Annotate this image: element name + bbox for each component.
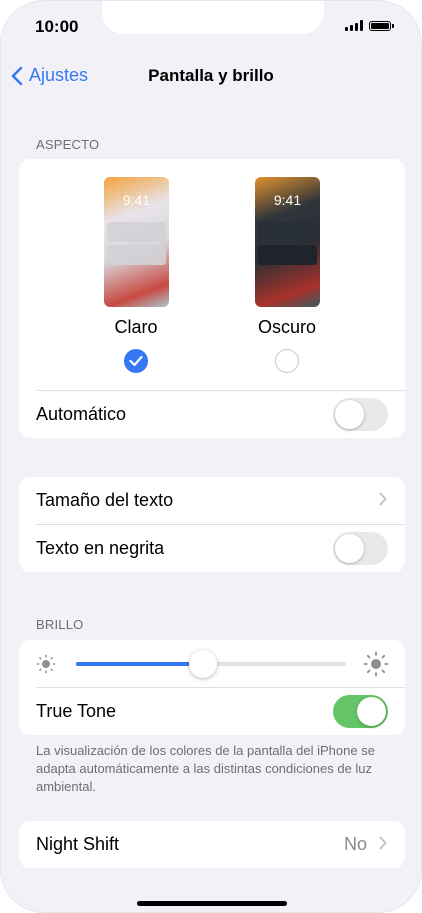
battery-icon — [369, 20, 394, 31]
bold-text-toggle[interactable] — [333, 532, 388, 565]
dark-preview-card — [258, 222, 317, 242]
light-preview-card — [107, 222, 166, 242]
true-tone-footer: La visualización de los colores de la pa… — [36, 743, 375, 794]
appearance-group: 9:41 9:41 Claro Oscuro Automático — [19, 159, 405, 438]
brightness-slider-row — [19, 640, 405, 687]
night-shift-group: Night Shift No — [19, 821, 405, 868]
night-shift-value: No — [343, 834, 367, 854]
true-tone-toggle[interactable] — [333, 695, 388, 728]
night-shift-row[interactable]: Night Shift No — [19, 821, 405, 868]
automatic-label: Automático — [36, 404, 127, 424]
checkmark-icon — [129, 355, 143, 367]
true-tone-label: True Tone — [36, 701, 117, 721]
light-mode-radio[interactable] — [124, 349, 148, 373]
bold-text-row: Texto en negrita — [19, 525, 405, 572]
night-shift-label: Night Shift — [36, 834, 120, 854]
bold-text-label: Texto en negrita — [36, 538, 165, 558]
device-screen: 10:00 Ajustes Pantalla y brillo ASPECTO … — [0, 0, 422, 913]
text-size-row[interactable]: Tamaño del texto — [19, 477, 405, 524]
signal-icon — [345, 20, 363, 31]
light-mode-label: Claro — [114, 317, 158, 337]
text-settings-group: Tamaño del texto Texto en negrita — [19, 477, 405, 572]
light-preview-time: 9:41 — [122, 192, 151, 208]
light-preview-card — [107, 245, 166, 265]
home-indicator — [137, 901, 287, 906]
notch — [102, 1, 324, 34]
dark-mode-preview[interactable]: 9:41 — [255, 177, 320, 307]
appearance-header: ASPECTO — [36, 137, 100, 152]
brightness-group: True Tone — [19, 640, 405, 735]
dark-preview-card — [258, 245, 317, 265]
light-mode-preview[interactable]: 9:41 — [104, 177, 169, 307]
dark-mode-label: Oscuro — [257, 317, 317, 337]
status-time: 10:00 — [35, 17, 79, 36]
true-tone-row: True Tone — [19, 688, 405, 735]
status-icons — [345, 20, 394, 31]
dark-mode-radio[interactable] — [275, 349, 299, 373]
chevron-right-icon — [379, 490, 387, 511]
sun-large-icon — [363, 651, 389, 677]
brightness-slider[interactable] — [76, 650, 346, 678]
automatic-row: Automático — [19, 391, 405, 438]
chevron-right-icon — [379, 834, 387, 855]
automatic-toggle[interactable] — [333, 398, 388, 431]
brightness-slider-thumb[interactable] — [188, 650, 217, 678]
brightness-header: BRILLO — [36, 617, 84, 632]
page-title: Pantalla y brillo — [148, 66, 274, 85]
sun-small-icon — [36, 654, 56, 674]
text-size-label: Tamaño del texto — [36, 490, 174, 510]
dark-preview-time: 9:41 — [273, 192, 302, 208]
